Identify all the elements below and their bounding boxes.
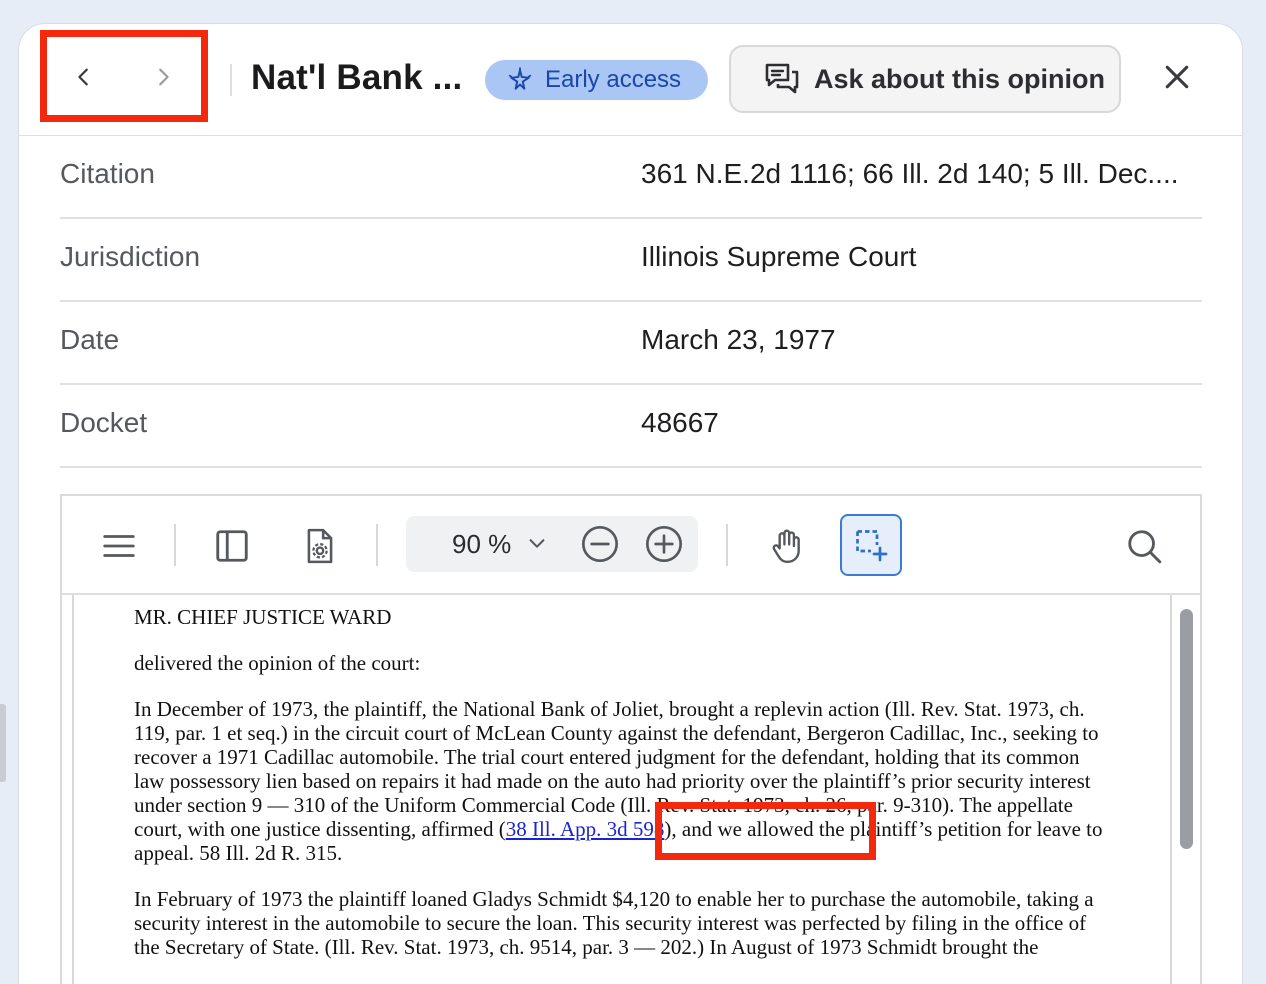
delivered-line: delivered the opinion of the court: <box>134 651 421 675</box>
meta-row-jurisdiction: Jurisdiction Illinois Supreme Court <box>60 219 1202 302</box>
sidebar-icon <box>216 530 248 562</box>
paragraph-2: In February of 1973 the plaintiff loaned… <box>134 887 1094 959</box>
toolbar-divider <box>376 524 378 566</box>
search-icon <box>1128 530 1162 564</box>
judge-name: MR. CHIEF JUSTICE WARD <box>134 605 392 629</box>
case-metadata: Citation 361 N.E.2d 1116; 66 Ill. 2d 140… <box>60 136 1202 468</box>
opinion-panel: Nat'l Bank ... Early access Ask about th… <box>19 24 1242 984</box>
ask-about-opinion-button[interactable]: Ask about this opinion <box>729 45 1121 113</box>
meta-value: Illinois Supreme Court <box>641 241 917 272</box>
area-select-button[interactable] <box>840 514 902 576</box>
meta-label: Jurisdiction <box>60 241 201 272</box>
menu-button[interactable] <box>97 524 141 568</box>
sidebar-toggle-button[interactable] <box>210 524 254 568</box>
zoom-out-icon[interactable] <box>580 524 620 564</box>
meta-label: Citation <box>60 158 155 189</box>
early-access-label: Early access <box>545 66 682 93</box>
meta-row-date: Date March 23, 1977 <box>60 302 1202 385</box>
opinion-text: MR. CHIEF JUSTICE WARD delivered the opi… <box>134 605 1114 981</box>
case-title: Nat'l Bank ... <box>251 58 463 97</box>
panel-header: Nat'l Bank ... Early access Ask about th… <box>19 24 1242 136</box>
forward-button[interactable] <box>138 50 188 104</box>
meta-row-citation: Citation 361 N.E.2d 1116; 66 Ill. 2d 140… <box>60 136 1202 219</box>
document-scrollbar[interactable] <box>1180 609 1193 849</box>
back-button[interactable] <box>59 50 109 104</box>
meta-value: March 23, 1977 <box>641 324 836 355</box>
paragraph-1: In December of 1973, the plaintiff, the … <box>134 697 1114 865</box>
pdf-viewer: 90 % MR. CHIEF JUSTICE WARD delivered th… <box>60 494 1202 984</box>
header-divider <box>230 64 232 96</box>
meta-label: Date <box>60 324 120 355</box>
viewer-toolbar: 90 % <box>62 496 1200 595</box>
early-access-badge: Early access <box>485 60 708 100</box>
area-select-icon <box>856 530 888 562</box>
window-resize-handle[interactable] <box>0 704 6 782</box>
meta-row-docket: Docket 48667 <box>60 385 1202 468</box>
toolbar-divider <box>174 524 176 566</box>
sparkle-icon <box>508 67 532 90</box>
search-button[interactable] <box>1122 524 1166 568</box>
menu-icon <box>103 535 135 557</box>
toolbar-divider <box>726 524 728 566</box>
close-icon <box>1165 65 1189 89</box>
close-button[interactable] <box>1157 57 1197 97</box>
meta-value: 361 N.E.2d 1116; 66 Ill. 2d 140; 5 Ill. … <box>641 158 1179 189</box>
meta-label: Docket <box>60 407 148 438</box>
chevron-left-icon <box>78 68 88 86</box>
citation-link[interactable]: 38 Ill. App. 3d 598 <box>506 817 665 841</box>
chevron-right-icon <box>159 68 169 86</box>
document-settings-button[interactable] <box>298 524 342 568</box>
chat-bubbles-icon <box>765 63 799 94</box>
zoom-level[interactable]: 90 % <box>452 529 511 560</box>
chevron-down-icon[interactable] <box>526 532 548 554</box>
ask-label: Ask about this opinion <box>814 63 1105 94</box>
hand-icon <box>772 529 800 564</box>
document-page: MR. CHIEF JUSTICE WARD delivered the opi… <box>72 595 1172 984</box>
zoom-controls: 90 % <box>406 516 698 572</box>
pan-tool-button[interactable] <box>764 524 808 568</box>
zoom-in-icon[interactable] <box>644 524 684 564</box>
document-settings-icon <box>307 528 333 564</box>
meta-value: 48667 <box>641 407 719 438</box>
